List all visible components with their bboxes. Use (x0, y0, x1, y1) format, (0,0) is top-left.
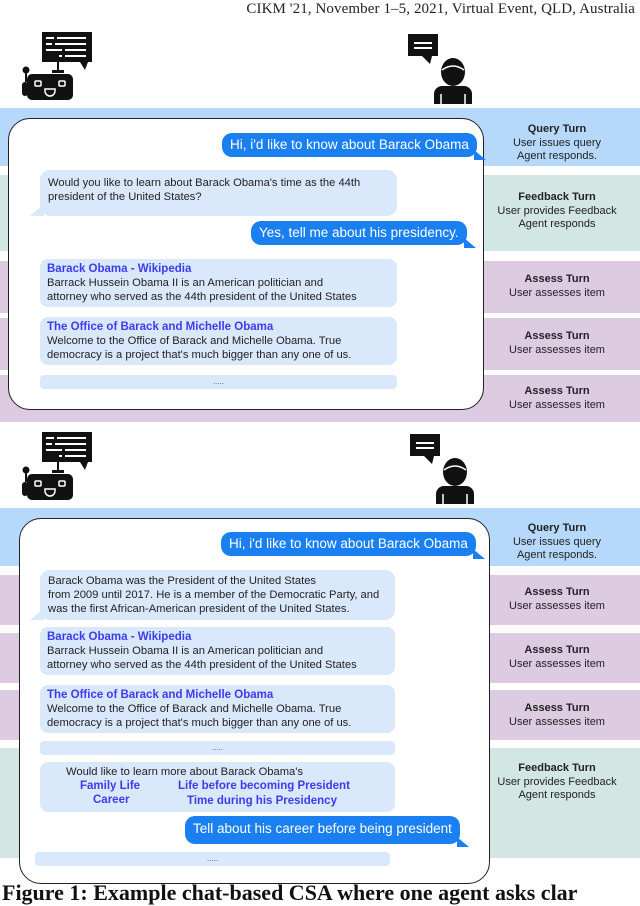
result-snippet: Barrack Hussein Obama II is an American … (47, 645, 324, 657)
user-feedback-bubble: Tell about his career before being presi… (185, 816, 469, 847)
turn-label-assess: Assess Turn User assesses item (509, 702, 605, 728)
turn-label-assess: Assess Turn User assesses item (509, 330, 605, 356)
turn-label-assess: Assess Turn User assesses item (509, 385, 605, 411)
turn-label-query: Query Turn User issues query Agent respond… (512, 522, 602, 561)
result-title-link[interactable]: Barack Obama - Wikipedia (47, 630, 388, 644)
result-snippet: attorney who served as the 44th presiden… (47, 659, 357, 671)
message-text: president of the United States? (48, 191, 202, 203)
robot-with-speech-bubble-icon (22, 432, 92, 500)
person-with-speech-bubble-icon (410, 434, 474, 504)
turn-label-query: Query Turn User issues query Agent respond… (512, 123, 602, 162)
result-title-link[interactable]: Barack Obama - Wikipedia (47, 262, 390, 276)
figure-caption: Figure 1: Example chat-based CSA where o… (2, 880, 578, 905)
result-snippet: Barrack Hussein Obama II is an American … (47, 277, 324, 289)
robot-with-speech-bubble-icon (22, 32, 92, 100)
result-card[interactable]: Barack Obama - Wikipedia Barrack Hussein… (40, 259, 397, 307)
clarify-option-family-life[interactable]: Family Life (80, 779, 140, 793)
agent-clarify-bubble: Would you like to learn about Barack Oba… (30, 170, 397, 216)
message-text: from 2009 until 2017. He is a member of … (48, 589, 380, 601)
user-feedback-bubble: Yes, tell me about his presidency. (251, 221, 476, 248)
result-title-link[interactable]: The Office of Barack and Michelle Obama (47, 320, 390, 334)
user-query-bubble: Hi, i'd like to know about Barack Obama (221, 532, 485, 559)
turn-label-assess: Assess Turn User assesses item (509, 273, 605, 299)
clarify-option-career[interactable]: Career (93, 793, 129, 807)
more-results-placeholder: ..... (35, 852, 390, 866)
message-text: Yes, tell me about his presidency. (259, 225, 459, 240)
result-snippet: democracy is a project that's much bigge… (47, 349, 352, 361)
agent-answer-bubble: Barack Obama was the President of the Un… (30, 570, 395, 620)
message-text: Hi, i'd like to know about Barack Obama (230, 137, 469, 152)
result-snippet: Welcome to the Office of Barack and Mich… (47, 335, 342, 347)
message-text: Tell about his career before being presi… (193, 821, 452, 836)
turn-label-feedback: Feedback Turn User provides Feedback Agent… (497, 191, 617, 230)
result-card[interactable]: Barack Obama - Wikipedia Barrack Hussein… (40, 627, 395, 675)
clarify-option-life-before-president[interactable]: Life before becoming President (178, 779, 350, 793)
more-results-placeholder: ..... (40, 741, 395, 755)
message-text: Would you like to learn about Barack Oba… (48, 177, 361, 189)
venue-header: CIKM '21, November 1–5, 2021, Virtual Ev… (246, 1, 635, 17)
more-results-placeholder: ..... (40, 375, 397, 389)
person-with-speech-bubble-icon (408, 34, 472, 104)
user-query-bubble: Hi, i'd like to know about Barack Obama (222, 133, 486, 160)
clarify-prompt: Would like to learn more about Barack Ob… (66, 766, 303, 778)
turn-label-assess: Assess Turn User assesses item (509, 586, 605, 612)
message-text: was the first African-American president… (48, 603, 350, 615)
message-text: Barack Obama was the President of the Un… (48, 575, 317, 587)
message-text: Hi, i'd like to know about Barack Obama (229, 536, 468, 551)
result-card[interactable]: The Office of Barack and Michelle Obama … (40, 317, 397, 365)
result-snippet: democracy is a project that's much bigge… (47, 717, 352, 729)
result-snippet: Welcome to the Office of Barack and Mich… (47, 703, 342, 715)
turn-label-feedback: Feedback Turn User provides Feedback Agent… (497, 762, 617, 801)
turn-label-assess: Assess Turn User assesses item (509, 644, 605, 670)
clarify-option-time-during-presidency[interactable]: Time during his Presidency (187, 794, 337, 808)
result-title-link[interactable]: The Office of Barack and Michelle Obama (47, 688, 388, 702)
result-card[interactable]: The Office of Barack and Michelle Obama … (40, 685, 395, 733)
clarify-options-bubble: Would like to learn more about Barack Ob… (40, 762, 395, 812)
result-snippet: attorney who served as the 44th presiden… (47, 291, 357, 303)
